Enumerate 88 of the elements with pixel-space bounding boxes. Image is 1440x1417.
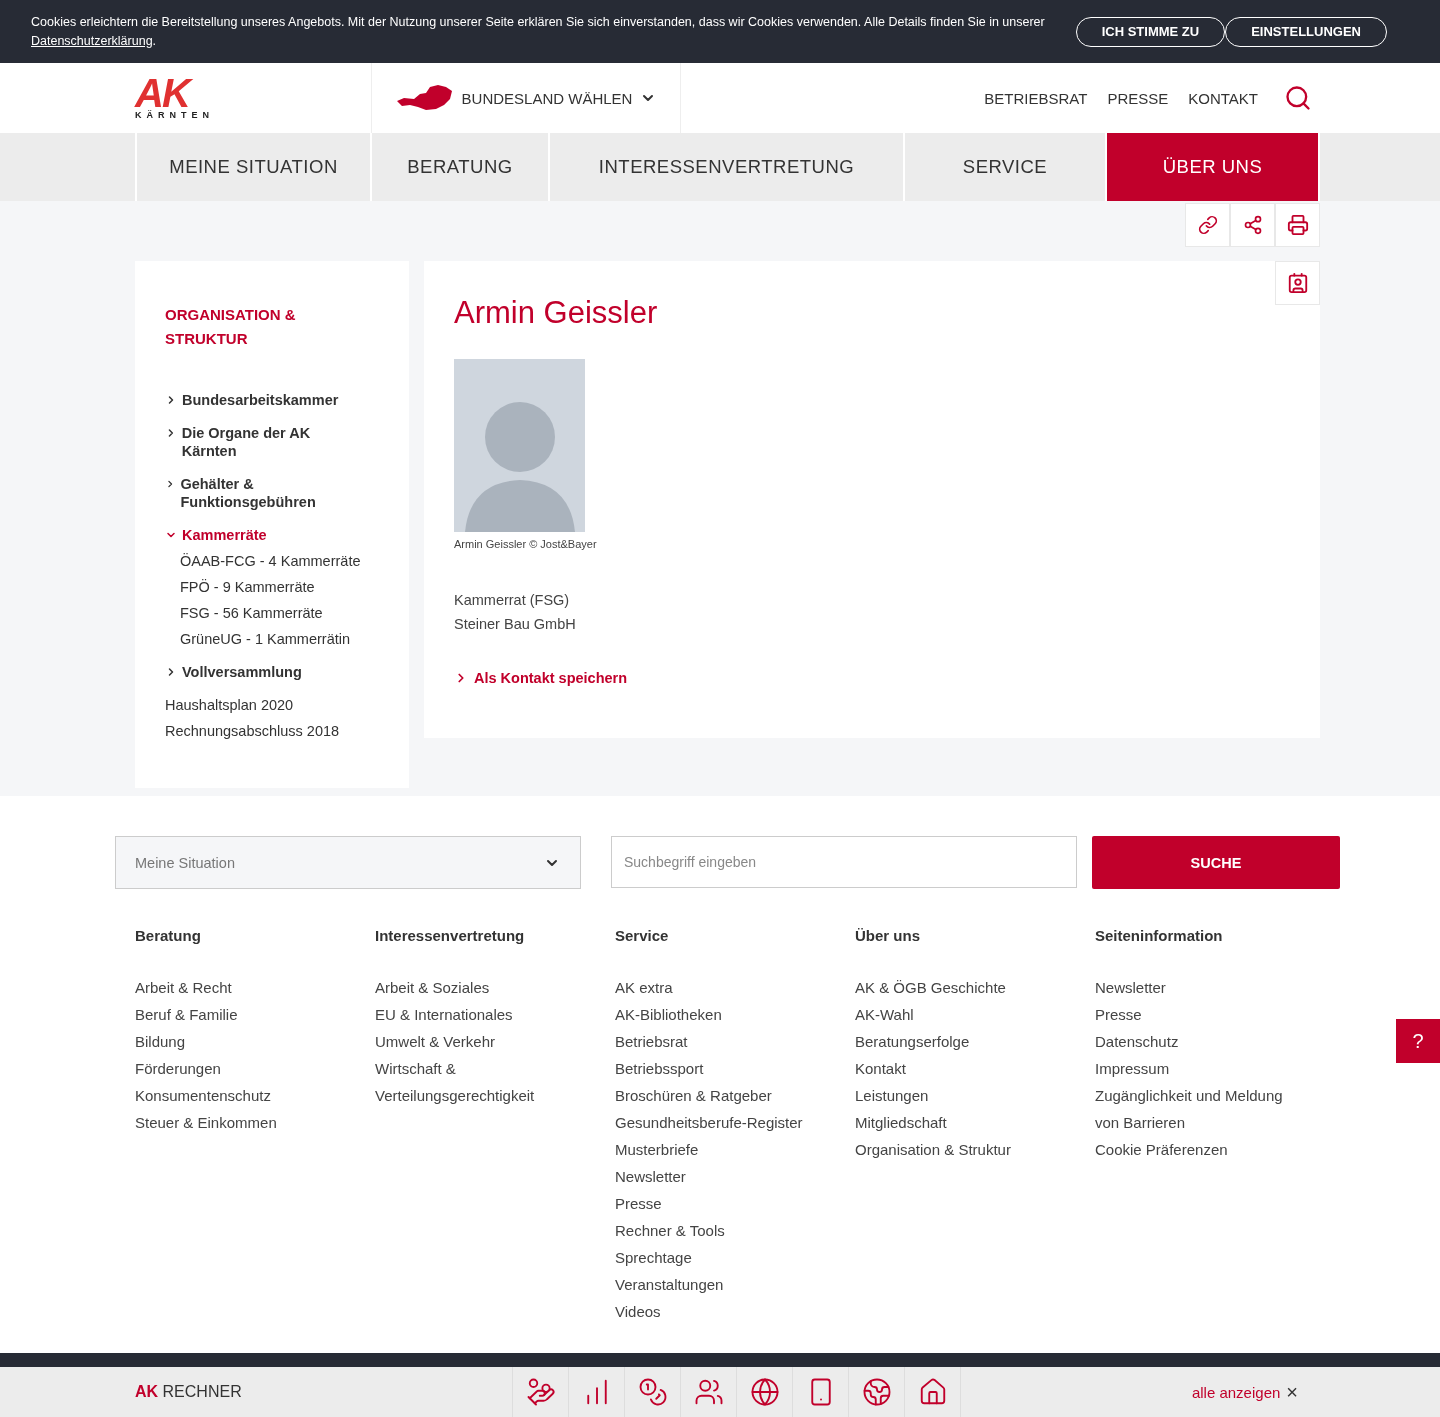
- sidebar-item[interactable]: Vollversammlung: [165, 663, 365, 681]
- footer-link[interactable]: AK extra: [615, 974, 827, 1001]
- privacy-link[interactable]: Datenschutzerklärung: [31, 33, 153, 48]
- footer-heading: Seiteninformation: [1095, 927, 1224, 944]
- top-link[interactable]: BETRIEBSRAT: [984, 89, 1088, 107]
- footer-link[interactable]: Betriebsrat: [615, 1028, 827, 1055]
- footer-link[interactable]: Newsletter: [1095, 974, 1307, 1001]
- sidebar-subitem[interactable]: ÖAAB-FCG - 4 Kammerräte: [180, 552, 389, 570]
- sidebar-subitem[interactable]: GrüneUG - 1 Kammerrätin: [180, 630, 389, 648]
- footer-link[interactable]: Impressum: [1095, 1055, 1307, 1082]
- sidebar-subitem[interactable]: FSG - 56 Kammerräte: [180, 604, 389, 622]
- footer-link[interactable]: Betriebssport: [615, 1055, 827, 1082]
- help-button[interactable]: ?: [1396, 1019, 1440, 1063]
- footer-link[interactable]: Presse: [1095, 1001, 1307, 1028]
- footer-heading: Service: [615, 927, 670, 944]
- footer-link[interactable]: Sprechtage: [615, 1244, 827, 1271]
- footer-link[interactable]: Bildung: [135, 1028, 347, 1055]
- link-button[interactable]: [1185, 203, 1230, 247]
- footer-link[interactable]: Steuer & Einkommen: [135, 1109, 347, 1136]
- nav-tab[interactable]: MEINE SITUATION: [137, 133, 370, 201]
- footer-link[interactable]: Beruf & Familie: [135, 1001, 347, 1028]
- footer-link[interactable]: Rechner & Tools: [615, 1217, 827, 1244]
- link-icon: [1197, 215, 1218, 235]
- footer-link[interactable]: Arbeit & Soziales: [375, 974, 587, 1001]
- footer-link[interactable]: Gesundheitsberufe-Register: [615, 1109, 827, 1136]
- footer-link[interactable]: Beratungserfolge: [855, 1028, 1067, 1055]
- sidebar-item[interactable]: Kammerräte: [165, 526, 365, 544]
- logo-subtitle: KÄRNTEN: [135, 110, 215, 120]
- footer-link[interactable]: Broschüren & Ratgeber: [615, 1082, 827, 1109]
- close-button[interactable]: ×: [1280, 1380, 1298, 1404]
- footer-heading: Beratung: [135, 927, 202, 944]
- footer-link[interactable]: Presse: [615, 1190, 827, 1217]
- footer-link[interactable]: Videos: [615, 1298, 827, 1325]
- footer-link[interactable]: Umwelt & Verkehr: [375, 1028, 587, 1055]
- sidebar-item[interactable]: Bundesarbeitskammer: [165, 391, 365, 409]
- footer-link[interactable]: Leistungen: [855, 1082, 1067, 1109]
- share-button[interactable]: [1230, 203, 1275, 247]
- sidebar-link[interactable]: Haushaltsplan 2020: [165, 696, 389, 714]
- nav-tab[interactable]: INTERESSENVERTRETUNG: [550, 133, 903, 201]
- show-all-link[interactable]: alle anzeigen: [1191, 1383, 1281, 1401]
- person-name: Armin Geissler: [454, 295, 659, 331]
- vcard-button[interactable]: [1275, 261, 1320, 305]
- person-detail: Kammerrat (FSG): [454, 591, 571, 610]
- footer-link[interactable]: Datenschutz: [1095, 1028, 1307, 1055]
- sidebar-item[interactable]: Die Organe der AK Kärnten: [165, 424, 365, 460]
- footer-link[interactable]: Mitgliedschaft: [855, 1109, 1067, 1136]
- top-link[interactable]: PRESSE: [1107, 89, 1169, 107]
- sidebar-subitem[interactable]: FPÖ - 9 Kammerräte: [180, 578, 389, 596]
- region-select[interactable]: BUNDESLAND WÄHLEN: [371, 63, 681, 133]
- print-icon: [1286, 214, 1309, 236]
- footer-heading: Interessenvertretung: [375, 927, 526, 944]
- footer-link[interactable]: Arbeit & Recht: [135, 974, 347, 1001]
- footer-link[interactable]: Zugänglichkeit und Meldung von Barrieren: [1095, 1082, 1307, 1136]
- footer-heading: Über uns: [855, 927, 921, 944]
- footer-link[interactable]: AK & ÖGB Geschichte: [855, 974, 1067, 1001]
- top-link[interactable]: KONTAKT: [1188, 89, 1258, 107]
- sidebar-title: ORGANISATION & STRUKTUR: [165, 305, 297, 349]
- footer-link[interactable]: Konsumentenschutz: [135, 1082, 347, 1109]
- nav-tab[interactable]: SERVICE: [905, 133, 1105, 201]
- contact-card-icon: [1286, 272, 1309, 294]
- nav-tab[interactable]: ÜBER UNS: [1107, 133, 1318, 201]
- footer-link[interactable]: Organisation & Struktur: [855, 1136, 1067, 1163]
- footer-link[interactable]: AK-Wahl: [855, 1001, 1067, 1028]
- footer-link[interactable]: Wirtschaft & Verteilungsgerechtigkeit: [375, 1055, 587, 1109]
- search-icon[interactable]: [1284, 84, 1312, 112]
- save-contact-link[interactable]: Als Kontakt speichern: [454, 670, 628, 686]
- footer-link[interactable]: Veranstaltungen: [615, 1271, 827, 1298]
- footer-link[interactable]: Musterbriefe: [615, 1136, 827, 1163]
- logo-mark[interactable]: AK: [135, 76, 371, 110]
- search-button[interactable]: SUCHE: [1092, 836, 1340, 889]
- footer-link[interactable]: EU & Internationales: [375, 1001, 587, 1028]
- sidebar-item[interactable]: Gehälter & Funktionsgebühren: [165, 475, 365, 511]
- nav-tab[interactable]: BERATUNG: [372, 133, 548, 201]
- cookie-notice: Cookies erleichtern die Bereitstellung unseres Angebots. Mit der Nutzung unserer Seite erklären Sie sich einverstanden, dass wir Cookies verwenden. Alle Details finden Sie in unserer Datenschutzerklärung.: [31, 13, 1046, 50]
- calculator-title: AK RECHNER: [135, 1383, 243, 1401]
- share-icon: [1242, 215, 1263, 235]
- sidebar-link[interactable]: Rechnungsabschluss 2018: [165, 722, 389, 740]
- map-icon: [395, 83, 454, 113]
- footer-link[interactable]: Kontakt: [855, 1055, 1067, 1082]
- footer-link[interactable]: Cookie Präferenzen: [1095, 1136, 1307, 1163]
- photo-caption: Armin Geissler © Jost&Bayer: [454, 538, 598, 550]
- footer-link[interactable]: Newsletter: [615, 1163, 827, 1190]
- search-field[interactable]: Suchbegriff eingeben: [611, 836, 1077, 888]
- situation-select[interactable]: Meine Situation: [115, 836, 581, 889]
- person-detail: Steiner Bau GmbH: [454, 615, 577, 634]
- print-button[interactable]: [1275, 203, 1320, 247]
- footer-link[interactable]: AK-Bibliotheken: [615, 1001, 827, 1028]
- footer-link[interactable]: Förderungen: [135, 1055, 347, 1082]
